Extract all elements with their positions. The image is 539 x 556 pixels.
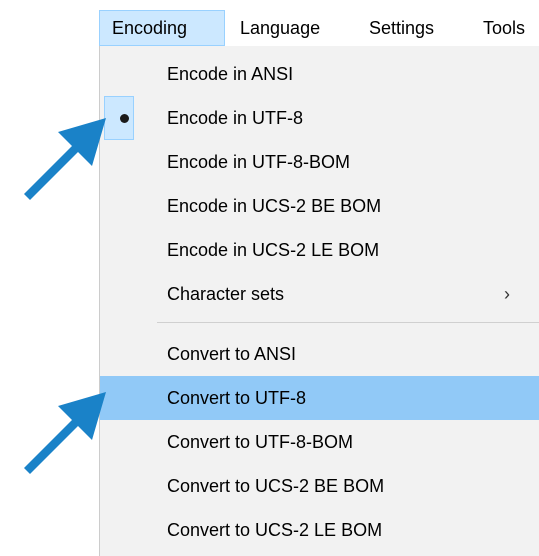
menu-item-label: Convert to UTF-8 xyxy=(167,388,307,408)
menu-item-convert-ucs2-be-bom[interactable]: Convert to UCS-2 BE BOM xyxy=(100,464,539,508)
menu-item-label: Encode in UTF-8 xyxy=(167,108,304,128)
menu-item-label: Encode in UCS-2 BE BOM xyxy=(167,196,382,216)
menu-item-label: Convert to ANSI xyxy=(167,344,297,364)
menu-item-label: Convert to UCS-2 BE BOM xyxy=(167,476,385,496)
menu-item-character-sets[interactable]: Character sets › xyxy=(100,272,539,316)
menu-item-encode-utf8-bom[interactable]: Encode in UTF-8-BOM xyxy=(100,140,539,184)
pointer-arrow-icon xyxy=(24,118,106,208)
menu-item-encode-ansi[interactable]: Encode in ANSI xyxy=(100,52,539,96)
chevron-right-icon: › xyxy=(504,284,510,304)
menu-item-label: Encode in ANSI xyxy=(167,64,294,84)
menu-separator xyxy=(157,322,539,323)
menu-bar: Encoding Language Settings Tools xyxy=(0,10,539,46)
menu-item-encode-ucs2-le-bom[interactable]: Encode in UCS-2 LE BOM xyxy=(100,228,539,272)
menu-tools[interactable]: Tools xyxy=(483,10,525,46)
menu-language[interactable]: Language xyxy=(240,10,320,46)
menu-item-label: Encode in UCS-2 LE BOM xyxy=(167,240,380,260)
bullet-icon xyxy=(120,114,129,123)
encoding-dropdown: Encode in ANSI Encode in UTF-8 Encode in… xyxy=(99,46,539,556)
menu-item-encode-ucs2-be-bom[interactable]: Encode in UCS-2 BE BOM xyxy=(100,184,539,228)
menu-settings[interactable]: Settings xyxy=(369,10,434,46)
menu-item-encode-utf8[interactable]: Encode in UTF-8 xyxy=(100,96,539,140)
pointer-arrow-icon xyxy=(24,392,106,482)
menu-item-label: Convert to UCS-2 LE BOM xyxy=(167,520,383,540)
menu-item-label: Character sets xyxy=(167,284,285,304)
menu-item-convert-utf8-bom[interactable]: Convert to UTF-8-BOM xyxy=(100,420,539,464)
menu-encoding[interactable]: Encoding xyxy=(99,10,225,46)
menu-item-label: Encode in UTF-8-BOM xyxy=(167,152,351,172)
menu-item-convert-utf8[interactable]: Convert to UTF-8 xyxy=(100,376,539,420)
menu-item-convert-ansi[interactable]: Convert to ANSI xyxy=(100,332,539,376)
menu-item-label: Convert to UTF-8-BOM xyxy=(167,432,354,452)
menu-item-convert-ucs2-le-bom[interactable]: Convert to UCS-2 LE BOM xyxy=(100,508,539,552)
